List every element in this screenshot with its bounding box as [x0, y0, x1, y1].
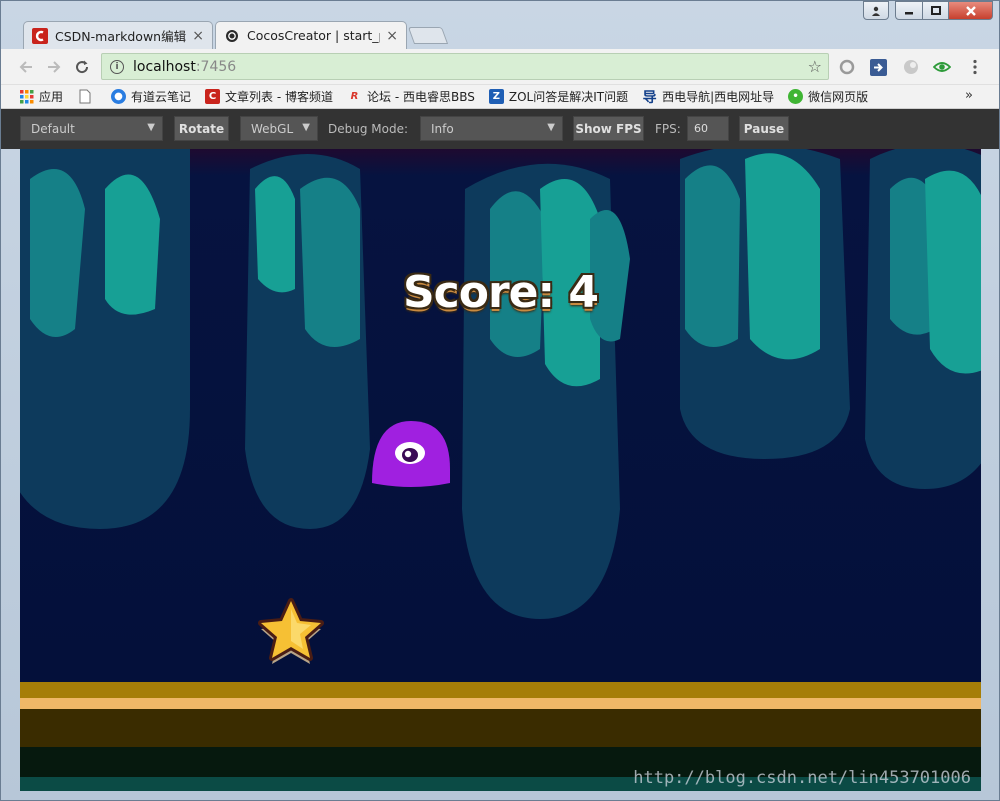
- navigation-toolbar: i localhost:7456 ☆: [1, 49, 999, 85]
- bookmark-label: 应用: [39, 90, 64, 104]
- device-value: Default: [31, 121, 75, 136]
- bookmark-label: 微信网页版: [808, 90, 869, 104]
- extension-grey-icon[interactable]: [902, 58, 920, 76]
- cocos-icon: [224, 28, 240, 44]
- show-fps-button[interactable]: Show FPS: [573, 116, 644, 141]
- bookmark-label: 西电导航|西电网址导: [662, 90, 775, 104]
- maximize-button[interactable]: [923, 1, 949, 20]
- tab-close-icon[interactable]: ×: [386, 28, 398, 44]
- bookmark-csdn-blog[interactable]: C 文章列表 - 博客频道: [205, 88, 333, 105]
- bookmarks-more-icon[interactable]: »: [965, 88, 973, 103]
- cocos-preview-toolbar: Default ▼ Rotate WebGL ▼ Debug Mode: Inf…: [1, 109, 999, 149]
- bookmark-youdao[interactable]: ● 有道云笔记: [111, 88, 191, 105]
- tab-cocos[interactable]: CocosCreator | start_p ×: [215, 21, 407, 49]
- tab-csdn[interactable]: CSDN-markdown编辑器 ×: [23, 21, 213, 49]
- browser-window: CSDN-markdown编辑器 × CocosCreator | start_…: [0, 0, 1000, 801]
- reload-icon[interactable]: [71, 56, 93, 78]
- apps-grid-icon: [19, 89, 34, 104]
- wechat-icon: •: [788, 89, 804, 104]
- extension-circle-icon[interactable]: [838, 58, 856, 76]
- dropdown-arrow-icon: ▼: [302, 122, 310, 133]
- pillar-inner: [685, 165, 740, 347]
- pillar-inner: [745, 153, 820, 360]
- csdn-icon: C: [205, 89, 221, 104]
- address-bar[interactable]: i localhost:7456 ☆: [101, 53, 829, 80]
- fps-input[interactable]: 60: [687, 116, 729, 141]
- bookmark-wechat[interactable]: • 微信网页版: [788, 88, 868, 105]
- page-icon: [77, 89, 92, 104]
- minimize-button[interactable]: [895, 1, 923, 20]
- dropdown-arrow-icon: ▼: [147, 122, 155, 133]
- bookmark-star-icon[interactable]: ☆: [808, 57, 822, 76]
- back-icon[interactable]: [15, 56, 37, 78]
- menu-icon[interactable]: [966, 58, 984, 76]
- bookmark-apps[interactable]: 应用: [19, 88, 63, 105]
- tab-label: CocosCreator | start_p: [247, 28, 381, 43]
- zol-icon: Z: [488, 89, 504, 104]
- score-label: Score: 4: [402, 267, 599, 318]
- user-icon[interactable]: [863, 1, 889, 20]
- fps-label: FPS:: [655, 122, 681, 136]
- extension-share-icon[interactable]: [869, 58, 887, 76]
- tab-label: CSDN-markdown编辑器: [55, 29, 187, 44]
- bookmark-label: 论坛 - 西电睿思BBS: [367, 90, 475, 104]
- bookmark-label: ZOL问答是解决IT问题: [508, 90, 629, 104]
- debug-mode-select[interactable]: Info ▼: [420, 116, 563, 141]
- pillar-inner: [300, 177, 360, 347]
- bookmarks-bar: 应用 ● 有道云笔记 C 文章列表 - 博客频道 R 论坛 - 西电睿思BBS …: [1, 85, 999, 109]
- debug-mode-value: Info: [431, 121, 454, 136]
- bookmark-zol[interactable]: Z ZOL问答是解决IT问题: [488, 88, 629, 105]
- address-host: localhost: [133, 58, 196, 75]
- rotate-button[interactable]: Rotate: [174, 116, 229, 141]
- bookmark-blank[interactable]: [77, 89, 97, 104]
- tab-close-icon[interactable]: ×: [192, 28, 204, 44]
- window-controls: [863, 1, 993, 20]
- pause-button[interactable]: Pause: [739, 116, 789, 141]
- renderer-select[interactable]: WebGL ▼: [240, 116, 318, 141]
- bookmark-label: 文章列表 - 博客频道: [225, 90, 333, 104]
- bookmark-label: 有道云笔记: [131, 90, 192, 104]
- bookmark-rs-bbs[interactable]: R 论坛 - 西电睿思BBS: [347, 88, 475, 105]
- device-select[interactable]: Default ▼: [20, 116, 163, 141]
- bookmark-xidian-nav[interactable]: 导 西电导航|西电网址导: [642, 88, 775, 106]
- forward-icon[interactable]: [43, 56, 65, 78]
- dropdown-arrow-icon: ▼: [547, 122, 555, 133]
- watermark: http://blog.csdn.net/lin453701006: [633, 768, 971, 788]
- address-port: :7456: [195, 58, 237, 75]
- title-bar: CSDN-markdown编辑器 × CocosCreator | start_…: [1, 1, 999, 49]
- eye-icon[interactable]: [933, 58, 951, 76]
- renderer-value: WebGL: [251, 121, 294, 136]
- rs-icon: R: [350, 91, 359, 102]
- info-icon[interactable]: i: [110, 59, 124, 74]
- youdao-icon: ●: [111, 89, 127, 104]
- debug-mode-label: Debug Mode:: [328, 122, 409, 136]
- csdn-icon: [32, 27, 48, 44]
- new-tab-button[interactable]: [407, 27, 449, 44]
- close-window-button[interactable]: [949, 1, 993, 20]
- daohang-icon: 导: [642, 89, 657, 106]
- game-scene: [20, 149, 981, 791]
- game-canvas[interactable]: Score: 4 http://blog.csdn.net/lin4537010…: [20, 149, 981, 791]
